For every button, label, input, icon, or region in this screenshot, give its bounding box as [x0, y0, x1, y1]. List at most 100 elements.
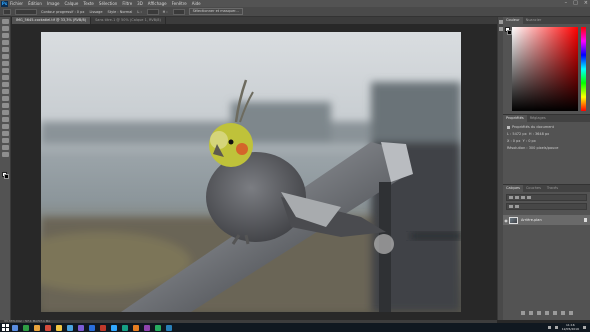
photoshop-window: Ps Fichier Édition Image Calque Texte Sé… — [0, 0, 590, 332]
clock[interactable]: 11:16 12/05/2016 — [562, 323, 579, 331]
taskbar-app-icon[interactable] — [144, 324, 150, 331]
type-tool-icon[interactable] — [2, 124, 9, 129]
shape-tool-icon[interactable] — [2, 138, 9, 143]
group-icon[interactable] — [552, 311, 557, 315]
tab-swatches[interactable]: Nuancier — [523, 17, 545, 24]
start-button-icon[interactable] — [2, 324, 9, 331]
menu-edit[interactable]: Édition — [28, 0, 42, 7]
taskbar-app-icon[interactable] — [133, 324, 139, 331]
fx-icon[interactable] — [528, 311, 533, 315]
mask-icon[interactable] — [536, 311, 541, 315]
taskbar-app-icon[interactable] — [166, 324, 172, 331]
lasso-tool-icon[interactable] — [2, 33, 9, 38]
eraser-tool-icon[interactable] — [2, 89, 9, 94]
taskbar-app-icon[interactable] — [23, 324, 29, 331]
maximize-icon[interactable]: □ — [573, 0, 578, 7]
tab-properties[interactable]: Propriétés — [503, 115, 527, 122]
cockatiel-photo[interactable] — [41, 32, 461, 312]
taskbar-app-icon[interactable] — [111, 324, 117, 331]
layers-panel: Calques Couches Tracés ◉ Arrière-plan — [503, 185, 590, 320]
quick-select-tool-icon[interactable] — [2, 40, 9, 45]
canvas-area[interactable] — [12, 24, 497, 320]
move-tool-icon[interactable] — [2, 19, 9, 24]
lock-icon[interactable] — [509, 205, 513, 208]
taskbar-app-icon[interactable] — [12, 324, 18, 331]
windows-taskbar: 11:16 12/05/2016 — [0, 323, 590, 332]
crop-tool-icon[interactable] — [2, 47, 9, 52]
tab-channels[interactable]: Couches — [523, 185, 544, 192]
tab-adjustments[interactable]: Réglages — [527, 115, 549, 122]
menu-image[interactable]: Image — [47, 0, 60, 7]
layer-row[interactable]: ◉ Arrière-plan — [503, 215, 590, 225]
antialias-checkbox[interactable]: Lissage — [89, 10, 102, 14]
zoom-tool-icon[interactable] — [2, 152, 9, 157]
blur-tool-icon[interactable] — [2, 103, 9, 108]
filter-icon[interactable] — [509, 196, 513, 199]
taskbar-app-icon[interactable] — [122, 324, 128, 331]
gradient-tool-icon[interactable] — [2, 96, 9, 101]
width-value: L : 5472 px — [507, 132, 527, 136]
style-select[interactable]: Style : Normal — [108, 10, 133, 14]
link-icon[interactable] — [520, 311, 525, 315]
marquee-tool-icon[interactable] — [3, 8, 11, 15]
trash-icon[interactable] — [568, 311, 573, 315]
blend-mode-row[interactable] — [506, 203, 587, 210]
dodge-tool-icon[interactable] — [2, 110, 9, 115]
menu-help[interactable]: Aide — [192, 0, 201, 7]
marquee-tool-icon[interactable] — [2, 26, 9, 31]
filter-type-icon[interactable] — [527, 196, 531, 199]
document-tab[interactable]: Sans titre-1 @ 50% (Calque 1, RVB/8) — [91, 17, 166, 24]
menu-file[interactable]: Fichier — [10, 0, 23, 7]
path-select-tool-icon[interactable] — [2, 131, 9, 136]
taskbar-app-icon[interactable] — [155, 324, 161, 331]
layer-filter-row[interactable] — [506, 194, 587, 201]
taskbar-app-icon[interactable] — [56, 324, 62, 331]
menu-view[interactable]: Affichage — [148, 0, 167, 7]
menu-select[interactable]: Sélection — [99, 0, 117, 7]
tab-color[interactable]: Couleur — [503, 17, 523, 24]
taskbar-app-icon[interactable] — [45, 324, 51, 331]
height-value: H : 3648 px — [528, 132, 550, 136]
taskbar-app-icon[interactable] — [100, 324, 106, 331]
brush-tool-icon[interactable] — [2, 68, 9, 73]
hue-slider[interactable] — [581, 27, 586, 111]
menu-3d[interactable]: 3D — [137, 0, 143, 7]
taskbar-apps — [12, 324, 177, 331]
adjustment-layer-icon[interactable] — [544, 311, 549, 315]
taskbar-app-icon[interactable] — [89, 324, 95, 331]
clone-stamp-tool-icon[interactable] — [2, 75, 9, 80]
volume-icon[interactable] — [554, 326, 558, 329]
minimize-icon[interactable]: – — [565, 0, 568, 7]
menu-filter[interactable]: Filtre — [122, 0, 132, 7]
close-icon[interactable]: × — [584, 0, 588, 7]
menu-type[interactable]: Texte — [83, 0, 94, 7]
tab-paths[interactable]: Tracés — [544, 185, 561, 192]
healing-brush-tool-icon[interactable] — [2, 61, 9, 66]
lock-pixels-icon[interactable] — [515, 205, 519, 208]
select-and-mask-button[interactable]: Sélectionner et masquer... — [188, 8, 243, 15]
new-layer-icon[interactable] — [560, 311, 565, 315]
history-brush-tool-icon[interactable] — [2, 82, 9, 87]
selection-mode-group[interactable] — [15, 8, 37, 15]
filter-adjust-icon[interactable] — [521, 196, 525, 199]
height-input[interactable] — [172, 8, 185, 15]
menu-layer[interactable]: Calque — [64, 0, 78, 7]
document-tab-active[interactable]: IMG_5645-cockatiel.tif @ 33,3% (RVB/8) — [12, 17, 92, 24]
eyedropper-tool-icon[interactable] — [2, 54, 9, 59]
color-picker-field[interactable] — [512, 27, 578, 111]
height-label: H : — [162, 9, 168, 14]
pen-tool-icon[interactable] — [2, 117, 9, 122]
hand-tool-icon[interactable] — [2, 145, 9, 150]
taskbar-app-icon[interactable] — [67, 324, 73, 331]
resolution-value: Résolution : 300 pixels/pouce — [507, 146, 559, 150]
taskbar-app-icon[interactable] — [34, 324, 40, 331]
menu-window[interactable]: Fenêtre — [172, 0, 187, 7]
background-color-swatch[interactable] — [4, 174, 9, 179]
notifications-icon[interactable] — [583, 326, 586, 329]
taskbar-app-icon[interactable] — [78, 324, 84, 331]
width-input[interactable] — [146, 8, 159, 15]
network-icon[interactable] — [547, 326, 551, 329]
layer-name: Arrière-plan — [521, 218, 542, 222]
tab-layers[interactable]: Calques — [503, 185, 523, 192]
filter-pixel-icon[interactable] — [515, 196, 519, 199]
